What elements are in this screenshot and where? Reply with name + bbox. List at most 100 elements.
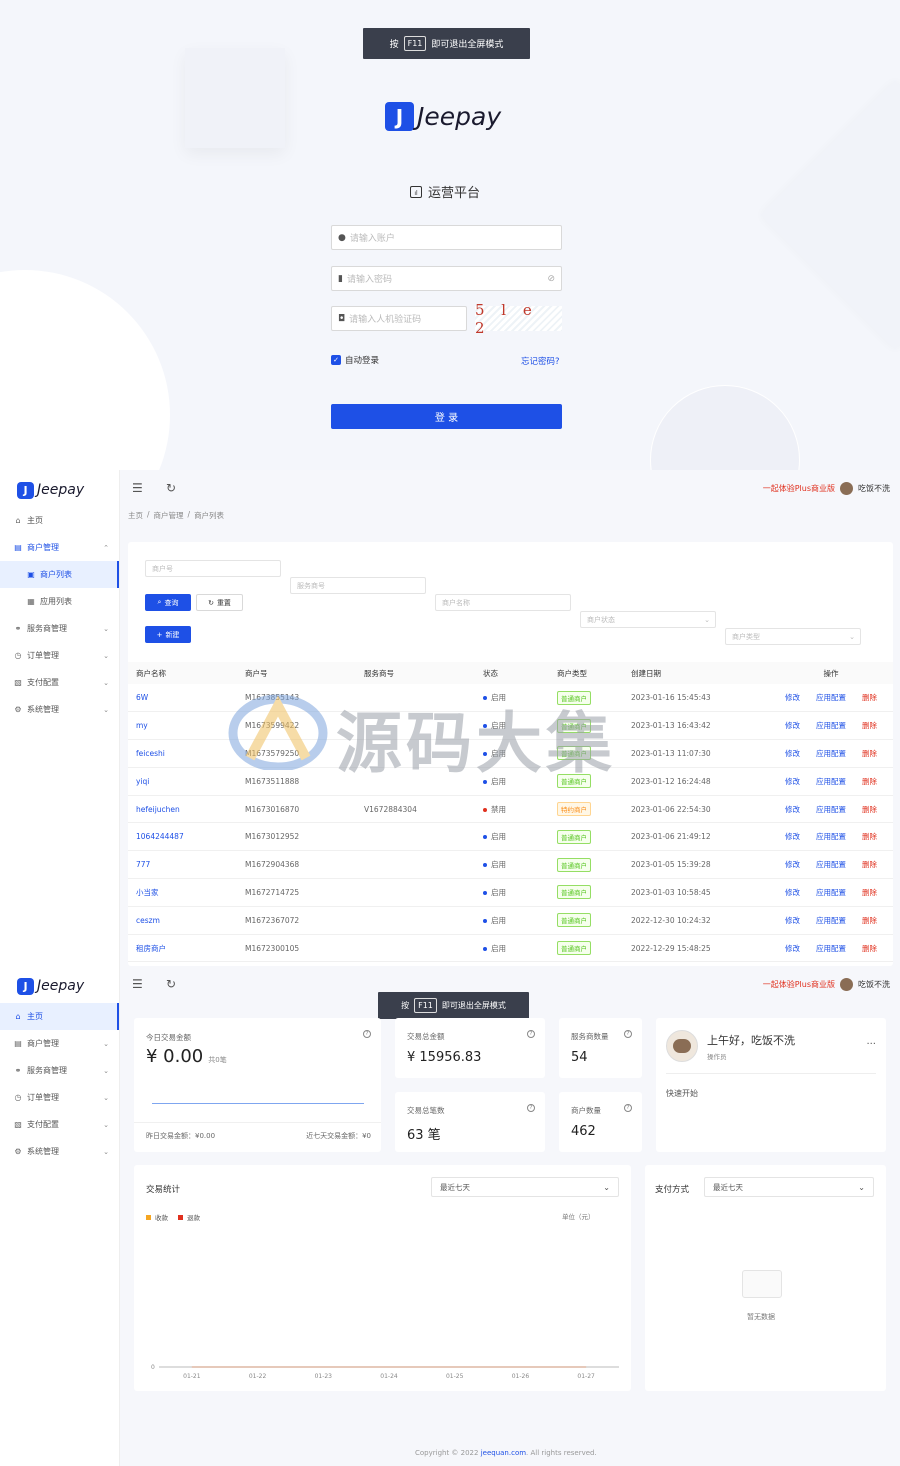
footer-link[interactable]: jeequan.com: [481, 1449, 526, 1457]
delete-link[interactable]: 删除: [862, 944, 877, 953]
app-config-link[interactable]: 应用配置: [816, 693, 846, 702]
sidebar-item-merchant-list[interactable]: ▣ 商户列表: [0, 561, 119, 588]
avatar[interactable]: [840, 481, 853, 495]
app-config-link[interactable]: 应用配置: [816, 777, 846, 786]
help-icon[interactable]: ?: [527, 1030, 535, 1038]
delete-link[interactable]: 删除: [862, 832, 877, 841]
reset-button[interactable]: ↻ 重置: [196, 594, 243, 611]
password-input[interactable]: ▮ 请输入密码 ⊘: [331, 266, 562, 291]
filter-merchant-status[interactable]: 商户状态 ⌄: [580, 611, 716, 628]
auto-login[interactable]: ✓ 自动登录: [331, 354, 379, 366]
more-icon[interactable]: ...: [866, 1036, 876, 1047]
merchant-name-link[interactable]: 小当家: [128, 878, 237, 907]
type-cell: 普通商户: [549, 684, 623, 713]
edit-link[interactable]: 修改: [785, 749, 800, 758]
merchant-name-link[interactable]: 777: [128, 850, 237, 880]
sidebar-item-home[interactable]: ⌂ 主页: [0, 507, 119, 534]
app-config-link[interactable]: 应用配置: [816, 721, 846, 730]
edit-link[interactable]: 修改: [785, 721, 800, 730]
app-config-link[interactable]: 应用配置: [816, 944, 846, 953]
delete-link[interactable]: 删除: [862, 860, 877, 869]
filter-merchant-no[interactable]: 商户号: [145, 560, 281, 577]
help-icon[interactable]: ?: [363, 1030, 371, 1038]
greeting: 上午好，吃饭不洗: [707, 1034, 795, 1047]
merchant-name-link[interactable]: feiceshi: [128, 739, 237, 768]
help-icon[interactable]: ?: [527, 1104, 535, 1112]
sidebar-item-system[interactable]: ⚙ 系统管理 ⌄: [0, 1138, 119, 1165]
merchant-name-link[interactable]: hefeijuchen: [128, 795, 237, 824]
merchant-name-link[interactable]: my: [128, 711, 237, 741]
filter-merchant-type[interactable]: 商户类型 ⌄: [725, 628, 861, 645]
breadcrumb-item[interactable]: 商户管理: [154, 510, 184, 521]
sidebar-item-pay-config[interactable]: ▧ 支付配置 ⌄: [0, 1111, 119, 1138]
edit-link[interactable]: 修改: [785, 777, 800, 786]
username[interactable]: 吃饭不洗: [858, 979, 890, 990]
delete-link[interactable]: 删除: [862, 805, 877, 814]
breadcrumb: 主页 / 商户管理 / 商户列表: [128, 510, 225, 521]
table-row: hefeijuchen M1673016870 V1672884304 禁用 特约商户 2…: [128, 795, 893, 824]
sidebar-item-home[interactable]: ⌂ 主页: [0, 1003, 119, 1030]
merchant-name-link[interactable]: ceszm: [128, 906, 237, 935]
plus-promo-link[interactable]: 一起体验Plus商业版: [763, 979, 835, 990]
query-button[interactable]: ⌕ 查询: [145, 594, 191, 611]
merchant-name-link[interactable]: yiqi: [128, 767, 237, 796]
delete-link[interactable]: 删除: [862, 888, 877, 897]
avatar[interactable]: [840, 977, 853, 991]
app-config-link[interactable]: 应用配置: [816, 860, 846, 869]
app-config-link[interactable]: 应用配置: [816, 749, 846, 758]
filter-isv-no[interactable]: 服务商号: [290, 577, 426, 594]
merchant-name-link[interactable]: 1064244487: [128, 822, 237, 852]
trade-range-select[interactable]: 最近七天 ⌄: [431, 1177, 619, 1197]
captcha-input[interactable]: ◘ 请输入人机验证码: [331, 306, 467, 331]
user-icon: ●: [338, 232, 346, 243]
menu-fold-icon[interactable]: ☰: [132, 977, 154, 991]
edit-link[interactable]: 修改: [785, 832, 800, 841]
login-button[interactable]: 登 录: [331, 404, 562, 429]
sidebar-item-isv-mgmt[interactable]: ⚭ 服务商管理 ⌄: [0, 615, 119, 642]
account-input[interactable]: ● 请输入账户: [331, 225, 562, 250]
sidebar-item-pay-config[interactable]: ▧ 支付配置 ⌄: [0, 669, 119, 696]
app-config-link[interactable]: 应用配置: [816, 888, 846, 897]
help-icon[interactable]: ?: [624, 1030, 632, 1038]
sidebar-item-merchant-mgmt[interactable]: ▤ 商户管理 ⌄: [0, 1030, 119, 1057]
filter-merchant-name[interactable]: 商户名称: [435, 594, 571, 611]
sidebar-item-order-mgmt[interactable]: ◷ 订单管理 ⌄: [0, 1084, 119, 1111]
refresh-icon[interactable]: ↻: [166, 481, 188, 495]
edit-link[interactable]: 修改: [785, 944, 800, 953]
username[interactable]: 吃饭不洗: [858, 483, 890, 494]
sidebar-item-order-mgmt[interactable]: ◷ 订单管理 ⌄: [0, 642, 119, 669]
edit-link[interactable]: 修改: [785, 693, 800, 702]
new-button[interactable]: + 新建: [145, 626, 191, 643]
delete-link[interactable]: 删除: [862, 777, 877, 786]
delete-link[interactable]: 删除: [862, 916, 877, 925]
refresh-icon[interactable]: ↻: [166, 977, 188, 991]
plus-promo-link[interactable]: 一起体验Plus商业版: [763, 483, 835, 494]
status-dot: [483, 696, 487, 701]
pay-range-select[interactable]: 最近七天 ⌄: [704, 1177, 874, 1197]
edit-link[interactable]: 修改: [785, 888, 800, 897]
edit-link[interactable]: 修改: [785, 916, 800, 925]
merchant-name-link[interactable]: 租房商户: [128, 934, 237, 963]
app-config-link[interactable]: 应用配置: [816, 832, 846, 841]
eye-hidden-icon[interactable]: ⊘: [547, 274, 555, 284]
sidebar-item-merchant-mgmt[interactable]: ▤ 商户管理 ⌃: [0, 534, 119, 561]
edit-link[interactable]: 修改: [785, 805, 800, 814]
delete-link[interactable]: 删除: [862, 693, 877, 702]
delete-link[interactable]: 删除: [862, 721, 877, 730]
breadcrumb-item[interactable]: 主页: [128, 510, 143, 521]
menu-fold-icon[interactable]: ☰: [132, 481, 154, 495]
merchant-name-link[interactable]: 6W: [128, 684, 237, 713]
captcha-image[interactable]: 5 l e 2: [475, 301, 562, 337]
sidebar-item-isv-mgmt[interactable]: ⚭ 服务商管理 ⌄: [0, 1057, 119, 1084]
x-tick-label: 01-27: [577, 1373, 595, 1380]
delete-link[interactable]: 删除: [862, 749, 877, 758]
sidebar-item-app-list[interactable]: ▦ 应用列表: [0, 588, 119, 615]
sidebar-item-system[interactable]: ⚙ 系统管理 ⌄: [0, 696, 119, 723]
app-config-link[interactable]: 应用配置: [816, 916, 846, 925]
edit-link[interactable]: 修改: [785, 860, 800, 869]
forgot-password-link[interactable]: 忘记密码?: [521, 355, 560, 367]
status-text: 启用: [491, 943, 506, 953]
help-icon[interactable]: ?: [624, 1104, 632, 1112]
app-config-link[interactable]: 应用配置: [816, 805, 846, 814]
checkbox-checked-icon[interactable]: ✓: [331, 355, 341, 365]
